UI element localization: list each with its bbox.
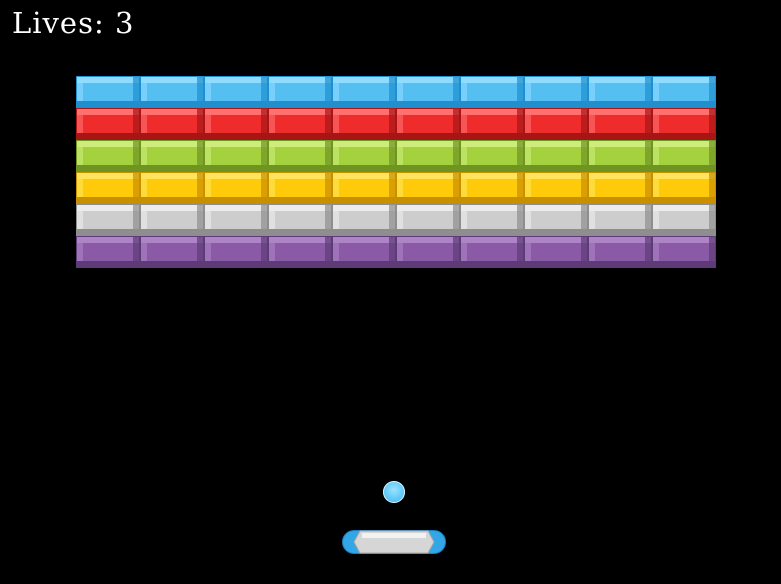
brick-silver <box>204 204 268 236</box>
brick-purple <box>460 236 524 268</box>
brick-red <box>140 108 204 140</box>
ball <box>383 481 405 503</box>
brick-row-red <box>76 108 716 140</box>
brick-purple <box>588 236 652 268</box>
brick-green <box>332 140 396 172</box>
brick-silver <box>140 204 204 236</box>
brick-green <box>76 140 140 172</box>
brick-yellow <box>460 172 524 204</box>
brick-green <box>396 140 460 172</box>
brick-purple <box>76 236 140 268</box>
brick-green <box>140 140 204 172</box>
lives-value: 3 <box>114 6 135 40</box>
brick-purple <box>332 236 396 268</box>
brick-silver <box>460 204 524 236</box>
brick-wall <box>76 76 716 268</box>
brick-green <box>652 140 716 172</box>
brick-green <box>204 140 268 172</box>
brick-yellow <box>396 172 460 204</box>
brick-purple <box>396 236 460 268</box>
brick-blue <box>460 76 524 108</box>
brick-yellow <box>204 172 268 204</box>
lives-counter: Lives: 3 <box>12 6 134 40</box>
paddle[interactable] <box>342 530 446 554</box>
brick-blue <box>204 76 268 108</box>
brick-row-green <box>76 140 716 172</box>
brick-silver <box>524 204 588 236</box>
paddle-shine <box>362 533 426 538</box>
brick-purple <box>204 236 268 268</box>
brick-yellow <box>76 172 140 204</box>
brick-yellow <box>332 172 396 204</box>
brick-blue <box>396 76 460 108</box>
brick-yellow <box>652 172 716 204</box>
brick-blue <box>588 76 652 108</box>
brick-blue <box>332 76 396 108</box>
game-canvas[interactable]: Lives: 3 <box>0 0 781 584</box>
brick-red <box>652 108 716 140</box>
brick-red <box>268 108 332 140</box>
brick-yellow <box>268 172 332 204</box>
brick-yellow <box>140 172 204 204</box>
brick-row-yellow <box>76 172 716 204</box>
brick-silver <box>396 204 460 236</box>
brick-blue <box>268 76 332 108</box>
brick-row-silver <box>76 204 716 236</box>
brick-purple <box>140 236 204 268</box>
brick-row-purple <box>76 236 716 268</box>
brick-silver <box>76 204 140 236</box>
lives-label: Lives: <box>12 6 105 40</box>
brick-purple <box>524 236 588 268</box>
brick-silver <box>332 204 396 236</box>
brick-red <box>524 108 588 140</box>
brick-silver <box>652 204 716 236</box>
brick-red <box>332 108 396 140</box>
brick-red <box>76 108 140 140</box>
brick-purple <box>268 236 332 268</box>
brick-purple <box>652 236 716 268</box>
brick-yellow <box>524 172 588 204</box>
brick-green <box>524 140 588 172</box>
brick-blue <box>652 76 716 108</box>
brick-silver <box>268 204 332 236</box>
brick-green <box>588 140 652 172</box>
brick-red <box>204 108 268 140</box>
brick-green <box>268 140 332 172</box>
brick-yellow <box>588 172 652 204</box>
brick-red <box>588 108 652 140</box>
brick-red <box>460 108 524 140</box>
brick-row-blue <box>76 76 716 108</box>
brick-red <box>396 108 460 140</box>
brick-blue <box>140 76 204 108</box>
brick-silver <box>588 204 652 236</box>
brick-blue <box>524 76 588 108</box>
brick-green <box>460 140 524 172</box>
brick-blue <box>76 76 140 108</box>
